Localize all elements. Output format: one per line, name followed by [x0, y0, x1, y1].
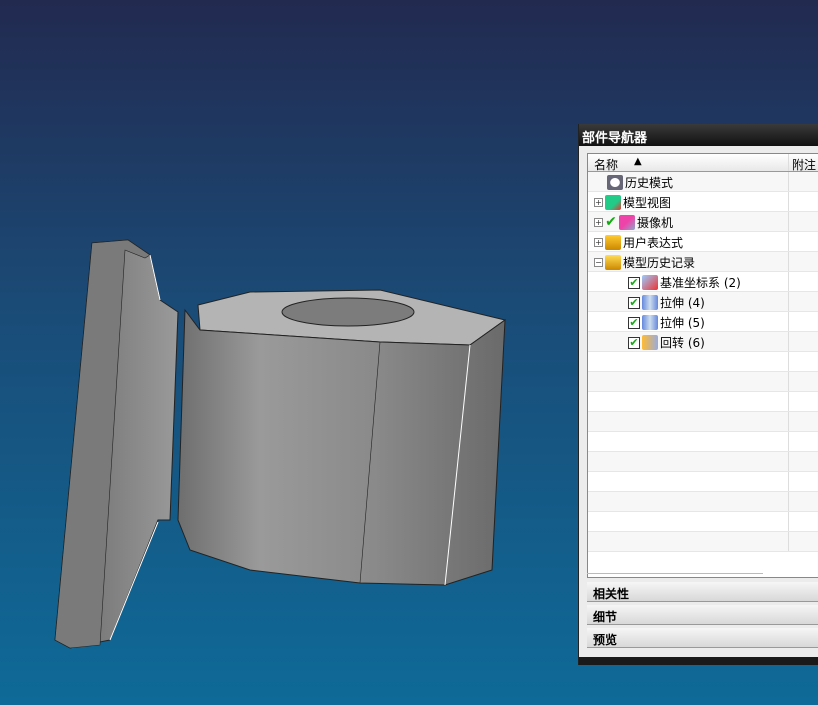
tree-row-label: 模型历史记录: [623, 256, 696, 270]
tree-row-label: 拉伸 (4): [660, 296, 705, 310]
tree-row[interactable]: ✔ 拉伸 (5): [588, 312, 818, 332]
tree-row-label: 基准坐标系 (2): [660, 276, 741, 290]
note-cell: [788, 512, 789, 531]
extrude-icon: [642, 315, 658, 330]
note-cell: [788, 472, 789, 491]
note-cell: [788, 352, 789, 371]
section-preview[interactable]: 预览: [587, 628, 818, 648]
tree-row-label: 回转 (6): [660, 336, 705, 350]
empty-row: [588, 372, 818, 392]
section-dependencies[interactable]: 相关性: [587, 582, 818, 602]
model-view-icon: [605, 195, 621, 210]
checkbox-checked-icon[interactable]: ✔: [628, 316, 640, 329]
empty-row: [588, 512, 818, 532]
tree-row[interactable]: 历史模式: [588, 172, 818, 192]
datum-csys-icon: [642, 275, 658, 290]
note-cell: [788, 532, 789, 551]
note-cell: [788, 232, 789, 251]
part-model: [54, 239, 507, 649]
column-divider[interactable]: [788, 154, 789, 171]
note-cell: [788, 252, 789, 271]
note-cell: [788, 432, 789, 451]
note-cell: [788, 452, 789, 471]
part-navigator-panel: 部件导航器 名称 ▲ 附注 历史模式 + 模型视图 + ✔ 摄像机 + 用户表达式 − 模型历史记…: [578, 124, 818, 665]
folder-icon: [605, 235, 621, 250]
tree-row[interactable]: + 模型视图: [588, 192, 818, 212]
extrude-icon: [642, 295, 658, 310]
note-cell: [788, 332, 789, 351]
collapse-icon[interactable]: −: [594, 258, 603, 267]
expand-icon[interactable]: +: [594, 218, 603, 227]
horizontal-scrollbar[interactable]: [587, 573, 763, 576]
note-cell: [788, 412, 789, 431]
checkbox-checked-icon[interactable]: ✔: [628, 336, 640, 349]
checkbox-checked-icon[interactable]: ✔: [628, 276, 640, 289]
tree-row-label: 用户表达式: [623, 236, 684, 250]
tree-row[interactable]: + 用户表达式: [588, 232, 818, 252]
note-cell: [788, 192, 789, 211]
note-cell: [788, 172, 789, 191]
tree-row[interactable]: + ✔ 摄像机: [588, 212, 818, 232]
tree-row[interactable]: ✔ 拉伸 (4): [588, 292, 818, 312]
note-cell: [788, 292, 789, 311]
empty-row: [588, 432, 818, 452]
tree-row-label: 摄像机: [637, 216, 674, 230]
tree-row[interactable]: − 模型历史记录: [588, 252, 818, 272]
empty-row: [588, 532, 818, 552]
tree-row[interactable]: ✔ 回转 (6): [588, 332, 818, 352]
note-cell: [788, 392, 789, 411]
sort-ascending-icon[interactable]: ▲: [634, 156, 642, 167]
note-cell: [788, 492, 789, 511]
column-header-note[interactable]: 附注: [792, 156, 816, 173]
expand-icon[interactable]: +: [594, 238, 603, 247]
table-header: 名称 ▲ 附注: [588, 154, 818, 172]
note-cell: [788, 372, 789, 391]
clock-icon: [607, 175, 623, 190]
empty-row: [588, 472, 818, 492]
checkbox-checked-icon[interactable]: ✔: [628, 296, 640, 309]
revolve-icon: [642, 335, 658, 350]
tree-row-label: 历史模式: [625, 176, 674, 190]
expand-icon[interactable]: +: [594, 198, 603, 207]
note-cell: [788, 272, 789, 291]
note-cell: [788, 312, 789, 331]
empty-row: [588, 492, 818, 512]
panel-bottom-border: [579, 657, 818, 665]
empty-row: [588, 452, 818, 472]
navigator-tree: 名称 ▲ 附注 历史模式 + 模型视图 + ✔ 摄像机 + 用户表达式 − 模型历史记录 ✔ 基准坐标…: [587, 153, 818, 578]
empty-row: [588, 392, 818, 412]
tree-row-label: 拉伸 (5): [660, 316, 705, 330]
camera-icon: [619, 215, 635, 230]
tree-row[interactable]: ✔ 基准坐标系 (2): [588, 272, 818, 292]
empty-row: [588, 352, 818, 372]
checkbox-checked-icon[interactable]: ✔: [605, 215, 617, 229]
folder-open-icon: [605, 255, 621, 270]
empty-row: [588, 412, 818, 432]
panel-title: 部件导航器: [579, 124, 818, 146]
note-cell: [788, 212, 789, 231]
tree-row-label: 模型视图: [623, 196, 672, 210]
section-details[interactable]: 细节: [587, 605, 818, 625]
column-header-name[interactable]: 名称: [594, 156, 618, 173]
